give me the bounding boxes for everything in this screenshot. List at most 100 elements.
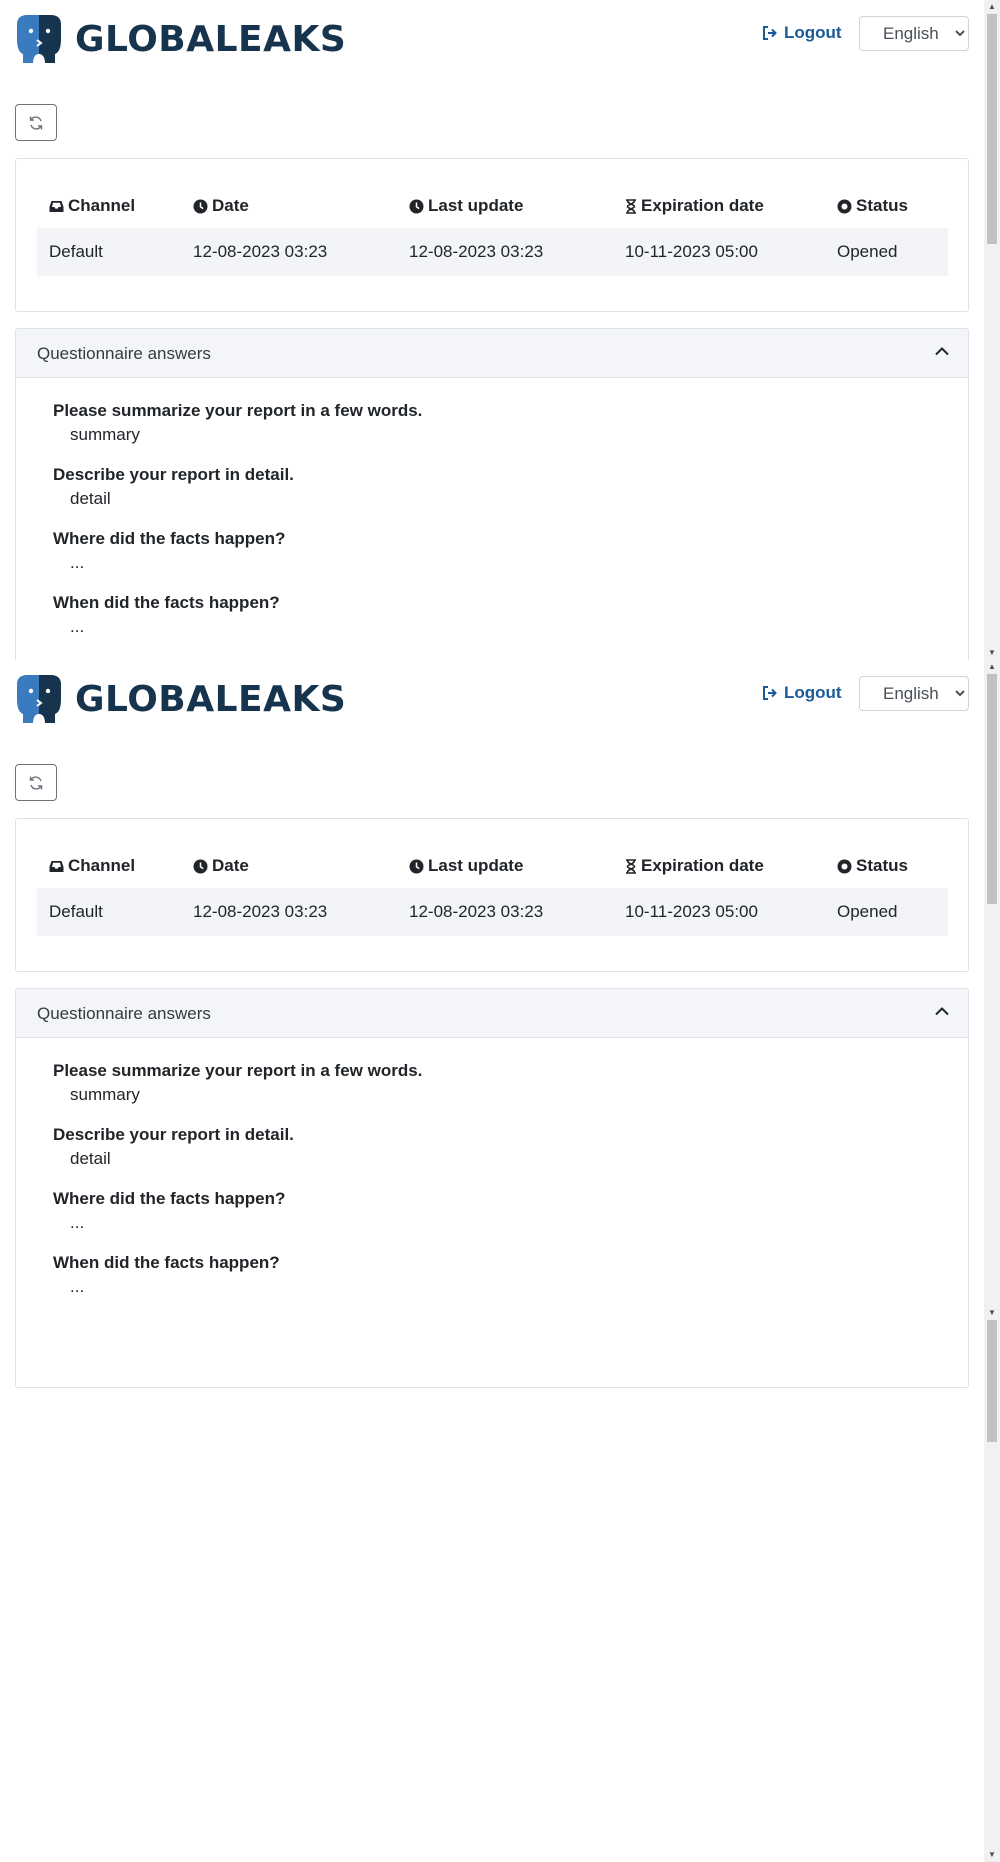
scroll-down-icon[interactable]: ▼: [984, 1848, 1000, 1862]
questionnaire-answers-list: Please summarize your report in a few wo…: [53, 400, 422, 656]
scroll-up-icon[interactable]: ▲: [984, 0, 1000, 14]
logout-label: Logout: [784, 683, 842, 702]
refresh-icon: [29, 775, 43, 790]
column-label: Expiration date: [641, 856, 764, 875]
questionnaire-answers-card: Questionnaire answers Please summarize y…: [15, 1320, 969, 1388]
questionnaire-answers-header[interactable]: Questionnaire answers: [16, 989, 968, 1038]
clock-icon: [193, 859, 208, 873]
questionnaire-answers-title: Questionnaire answers: [37, 1004, 211, 1023]
cell-status: Opened: [837, 242, 898, 261]
answer-value: summary: [70, 425, 140, 444]
table-row: Default 12-08-2023 03:23 12-08-2023 03:2…: [37, 228, 948, 276]
logo-faces-icon: [17, 675, 61, 723]
questionnaire-answers-title: Questionnaire answers: [37, 344, 211, 363]
brand-name: GLOBALEAKS: [75, 678, 347, 720]
vertical-scrollbar[interactable]: ▼: [984, 1320, 1000, 1862]
report-info-table: Channel Date Last update Expiration date…: [37, 844, 948, 936]
answer-value: ...: [70, 1277, 85, 1296]
column-header-status: Status: [837, 844, 908, 888]
logout-link[interactable]: Logout: [762, 683, 842, 703]
question-label: When did the facts happen?: [53, 1253, 280, 1272]
logout-link[interactable]: Logout: [762, 23, 842, 43]
questionnaire-answers-header[interactable]: Questionnaire answers: [16, 329, 968, 378]
list-item: Where did the facts happen? ...: [53, 528, 422, 592]
column-label: Status: [856, 196, 908, 215]
cell-status: Opened: [837, 902, 898, 921]
column-header-last-update: Last update: [409, 844, 523, 888]
question-label: Where did the facts happen?: [53, 529, 286, 548]
column-header-date: Date: [193, 184, 249, 228]
column-label: Channel: [68, 856, 136, 875]
page-header: GLOBALEAKS Logout English: [0, 0, 984, 100]
hourglass-icon: [626, 858, 636, 874]
column-label: Last update: [428, 856, 524, 875]
answer-value: detail: [70, 489, 111, 508]
answer-value: ...: [70, 1213, 85, 1232]
chevron-up-icon[interactable]: [934, 1006, 950, 1016]
answer-value: detail: [70, 1149, 111, 1168]
column-label: Expiration date: [641, 196, 764, 215]
list-item: Please summarize your report in a few wo…: [53, 400, 422, 464]
list-item: When did the facts happen? ...: [53, 592, 422, 656]
globaleaks-logo[interactable]: GLOBALEAKS: [15, 14, 346, 64]
column-header-expiration-date: Expiration date: [625, 844, 764, 888]
column-label: Date: [212, 196, 249, 215]
cell-date: 12-08-2023 03:23: [193, 902, 328, 921]
sign-out-icon: [763, 686, 777, 700]
cell-channel: Default: [49, 242, 103, 261]
chevron-up-icon[interactable]: [934, 346, 950, 356]
list-item: When did the facts happen? ...: [53, 1252, 422, 1316]
clock-icon: [409, 859, 424, 873]
question-label: Please summarize your report in a few wo…: [53, 401, 423, 420]
answer-value: ...: [70, 617, 85, 636]
viewport-frame-3: GLOBALEAKS Logout English: [0, 1320, 1000, 1862]
questionnaire-answers-card: Questionnaire answers Please summarize y…: [15, 988, 969, 1320]
cell-last-update: 12-08-2023 03:23: [409, 242, 544, 261]
question-label: Describe your report in detail.: [53, 1125, 294, 1144]
clock-icon: [193, 199, 208, 213]
viewport-frame-1: GLOBALEAKS Logout English Channel Date L…: [0, 0, 1000, 660]
inbox-icon: [49, 200, 64, 212]
vertical-scrollbar[interactable]: ▲ ▼: [984, 660, 1000, 1320]
table-header-row: Channel Date Last update Expiration date…: [37, 844, 948, 888]
clock-icon: [409, 199, 424, 213]
column-header-channel: Channel: [49, 844, 135, 888]
vertical-scrollbar[interactable]: ▲ ▼: [984, 0, 1000, 660]
inbox-icon: [49, 860, 64, 872]
answer-value: ...: [70, 553, 85, 572]
brand-name: GLOBALEAKS: [75, 18, 347, 60]
column-label: Status: [856, 856, 908, 875]
sign-out-icon: [763, 26, 777, 40]
question-label: Describe your report in detail.: [53, 465, 294, 484]
globaleaks-logo[interactable]: GLOBALEAKS: [15, 674, 346, 724]
scroll-down-icon[interactable]: ▼: [984, 1306, 1000, 1320]
column-label: Channel: [68, 196, 136, 215]
scroll-down-icon[interactable]: ▼: [984, 646, 1000, 660]
list-item: Please summarize your report in a few wo…: [53, 1060, 422, 1124]
column-header-channel: Channel: [49, 184, 135, 228]
language-select[interactable]: English: [859, 16, 969, 51]
questionnaire-answers-card: Questionnaire answers Please summarize y…: [15, 328, 969, 660]
refresh-button[interactable]: [15, 104, 57, 141]
column-label: Last update: [428, 196, 524, 215]
table-header-row: Channel Date Last update Expiration date…: [37, 184, 948, 228]
cell-date: 12-08-2023 03:23: [193, 242, 328, 261]
column-header-status: Status: [837, 184, 908, 228]
column-header-date: Date: [193, 844, 249, 888]
viewport-frame-2: GLOBALEAKS Logout English Channel Date L…: [0, 660, 1000, 1320]
refresh-icon: [29, 115, 43, 130]
dot-circle-icon: [837, 859, 852, 873]
scrollbar-thumb[interactable]: [987, 1320, 997, 1442]
question-label: Where did the facts happen?: [53, 1189, 286, 1208]
dot-circle-icon: [837, 199, 852, 213]
language-select[interactable]: English: [859, 676, 969, 711]
scrollbar-thumb[interactable]: [987, 14, 997, 244]
cell-last-update: 12-08-2023 03:23: [409, 902, 544, 921]
list-item: Where did the facts happen? ...: [53, 1188, 422, 1252]
cell-channel: Default: [49, 902, 103, 921]
column-label: Date: [212, 856, 249, 875]
list-item: Describe your report in detail. detail: [53, 464, 422, 528]
scroll-up-icon[interactable]: ▲: [984, 660, 1000, 674]
scrollbar-thumb[interactable]: [987, 674, 997, 904]
refresh-button[interactable]: [15, 764, 57, 801]
